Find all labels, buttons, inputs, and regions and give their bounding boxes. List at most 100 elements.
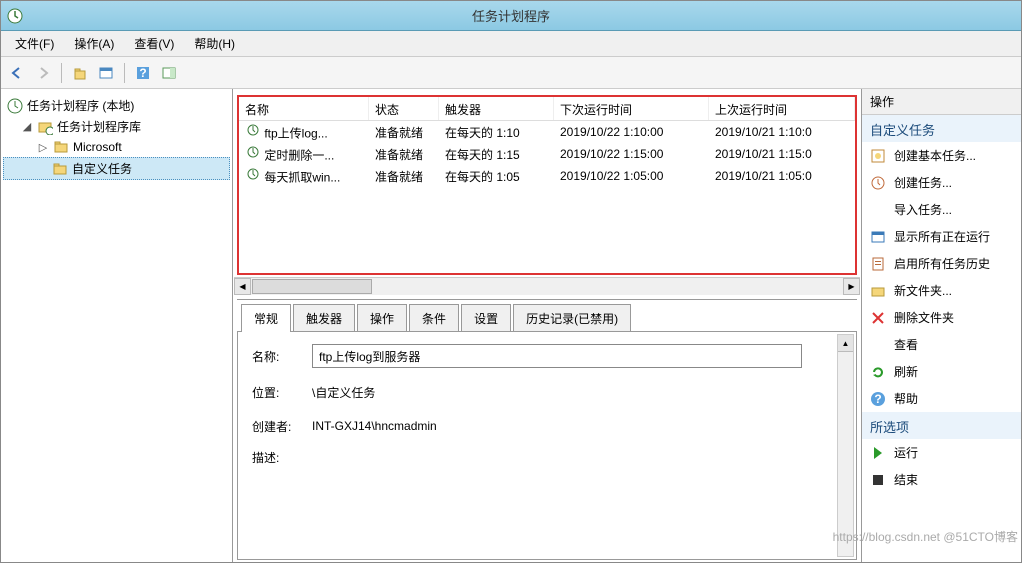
library-icon [37,119,53,135]
header-name[interactable]: 名称 [239,97,369,120]
refresh-icon [870,364,886,380]
title-bar: 任务计划程序 [1,1,1021,31]
tree-microsoft[interactable]: ▷ Microsoft [3,137,230,157]
tab-general[interactable]: 常规 [241,304,291,332]
vertical-scrollbar[interactable]: ▲ [837,334,854,557]
name-label: 名称: [252,348,312,365]
toolbar-separator [124,63,125,83]
menu-file[interactable]: 文件(F) [5,32,64,55]
action-refresh[interactable]: 刷新 [862,358,1021,385]
header-trigger[interactable]: 触发器 [439,97,554,120]
menu-help[interactable]: 帮助(H) [184,32,245,55]
task-icon [245,145,261,161]
folder-icon [53,139,69,155]
task-icon [245,123,261,139]
tree-custom[interactable]: 自定义任务 [3,157,230,180]
tab-history[interactable]: 历史记录(已禁用) [513,304,631,332]
tab-body: 名称: 位置: \自定义任务 创建者: INT-GXJ14\hncmadmin … [237,331,857,560]
details-panel: 常规 触发器 操作 条件 设置 历史记录(已禁用) 名称: 位置: \自定义任务… [237,299,857,560]
tab-strip: 常规 触发器 操作 条件 设置 历史记录(已禁用) [237,303,857,331]
tab-triggers[interactable]: 触发器 [293,304,355,332]
location-value: \自定义任务 [312,382,375,403]
menu-view[interactable]: 查看(V) [124,32,184,55]
stop-icon [870,472,886,488]
tab-actions[interactable]: 操作 [357,304,407,332]
app-icon [7,8,23,24]
task-list: 名称 状态 触发器 下次运行时间 上次运行时间 ftp上传log... 准备就绪… [237,95,857,275]
running-icon [870,229,886,245]
clock-icon [7,98,23,114]
svg-text:?: ? [139,66,146,80]
list-body: ftp上传log... 准备就绪 在每天的 1:10 2019/10/22 1:… [239,121,855,273]
action-show-running[interactable]: 显示所有正在运行 [862,223,1021,250]
main-area: 任务计划程序 (本地) ◢ 任务计划程序库 ▷ Microsoft 自定义任务 … [1,89,1021,562]
folder-new-icon [870,283,886,299]
menu-action[interactable]: 操作(A) [64,32,124,55]
actions-section-selected: 所选项 [862,412,1021,439]
location-label: 位置: [252,384,312,401]
scroll-left-button[interactable]: ◀ [234,278,251,295]
actions-section-custom: 自定义任务 [862,115,1021,142]
tree-microsoft-label: Microsoft [73,140,122,154]
toolbar-separator [61,63,62,83]
tree-library[interactable]: ◢ 任务计划程序库 [3,116,230,137]
table-row[interactable]: ftp上传log... 准备就绪 在每天的 1:10 2019/10/22 1:… [239,121,855,143]
action-create-basic-task[interactable]: 创建基本任务... [862,142,1021,169]
actions-pane: 操作 自定义任务 创建基本任务... 创建任务... 导入任务... 显示所有正… [861,89,1021,562]
tree-library-label: 任务计划程序库 [57,118,141,135]
import-icon [870,202,886,218]
action-run[interactable]: 运行 [862,439,1021,466]
expander-icon[interactable]: ◢ [21,120,33,133]
tab-settings[interactable]: 设置 [461,304,511,332]
help-button[interactable]: ? [131,61,155,85]
scroll-thumb[interactable] [252,279,372,294]
header-next-run[interactable]: 下次运行时间 [554,97,709,120]
action-create-task[interactable]: 创建任务... [862,169,1021,196]
horizontal-scrollbar[interactable]: ◀ ▶ [234,277,860,295]
action-view[interactable]: 查看 [862,331,1021,358]
name-field[interactable] [312,344,802,368]
header-last-run[interactable]: 上次运行时间 [709,97,855,120]
play-icon [870,445,886,461]
toolbar: ? [1,57,1021,89]
tab-conditions[interactable]: 条件 [409,304,459,332]
window-title: 任务计划程序 [472,6,550,25]
history-icon [870,256,886,272]
scroll-up-button[interactable]: ▲ [838,335,853,352]
action-delete-folder[interactable]: 删除文件夹 [862,304,1021,331]
folder-icon [52,161,68,177]
svg-text:?: ? [874,392,881,406]
table-row[interactable]: 定时删除一... 准备就绪 在每天的 1:15 2019/10/22 1:15:… [239,143,855,165]
pane-button[interactable] [157,61,181,85]
tree-root[interactable]: 任务计划程序 (本地) [3,95,230,116]
creator-value: INT-GXJ14\hncmadmin [312,417,437,435]
back-button[interactable] [5,61,29,85]
creator-label: 创建者: [252,418,312,435]
task-icon [870,175,886,191]
action-new-folder[interactable]: 新文件夹... [862,277,1021,304]
action-help[interactable]: ?帮助 [862,385,1021,412]
action-enable-history[interactable]: 启用所有任务历史 [862,250,1021,277]
table-row[interactable]: 每天抓取win... 准备就绪 在每天的 1:05 2019/10/22 1:0… [239,165,855,187]
up-button[interactable] [68,61,92,85]
tree-panel: 任务计划程序 (本地) ◢ 任务计划程序库 ▷ Microsoft 自定义任务 [1,89,233,562]
description-label: 描述: [252,449,312,466]
action-import-task[interactable]: 导入任务... [862,196,1021,223]
action-end[interactable]: 结束 [862,466,1021,493]
actions-header: 操作 [862,89,1021,115]
menu-bar: 文件(F) 操作(A) 查看(V) 帮助(H) [1,31,1021,57]
header-status[interactable]: 状态 [369,97,439,120]
tree-root-label: 任务计划程序 (本地) [27,97,134,114]
view-icon [870,337,886,353]
center-panel: 名称 状态 触发器 下次运行时间 上次运行时间 ftp上传log... 准备就绪… [233,89,861,562]
help-icon: ? [870,391,886,407]
expander-icon[interactable]: ▷ [37,141,49,154]
wizard-icon [870,148,886,164]
task-icon [245,167,261,183]
tree-custom-label: 自定义任务 [72,160,132,177]
properties-button[interactable] [94,61,118,85]
delete-icon [870,310,886,326]
list-header: 名称 状态 触发器 下次运行时间 上次运行时间 [239,97,855,121]
scroll-right-button[interactable]: ▶ [843,278,860,295]
forward-button[interactable] [31,61,55,85]
